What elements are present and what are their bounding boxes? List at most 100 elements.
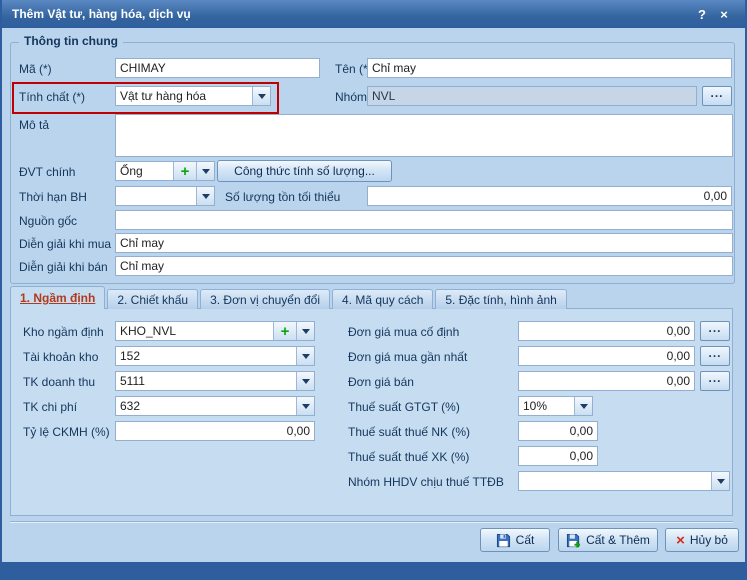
thue-gtgt-dropdown-button[interactable] (574, 397, 592, 415)
tab-strip: 1. Ngầm định 2. Chiết khấu 3. Đơn vị chu… (10, 286, 567, 309)
save-button[interactable]: Cất (480, 528, 550, 552)
tab-ngam-dinh[interactable]: 1. Ngầm định (10, 286, 105, 309)
tai-khoan-kho-combobox[interactable]: 152 (115, 346, 315, 366)
nhom-ttdb-label: Nhóm HHDV chịu thuế TTĐB (348, 475, 504, 489)
plus-icon: + (281, 324, 290, 339)
thue-nk-label: Thuế suất thuế NK (%) (348, 425, 470, 439)
title-bar[interactable]: Thêm Vật tư, hàng hóa, dịch vụ ? × (2, 0, 745, 28)
cancel-x-icon: × (676, 533, 685, 548)
tab-panel-ngam-dinh: Kho ngầm định KHO_NVL + Tài khoản kho 15… (10, 308, 733, 516)
tinh-chat-value: Vật tư hàng hóa (116, 87, 252, 105)
kho-ngam-dinh-value: KHO_NVL (116, 322, 273, 340)
dvt-chinh-combobox[interactable]: Ống + (115, 161, 215, 181)
group-title: Thông tin chung (19, 34, 123, 48)
cancel-button-label: Hủy bỏ (690, 533, 728, 547)
cong-thuc-button-label: Công thức tính số lượng... (234, 164, 375, 178)
dvt-dropdown-button[interactable] (196, 162, 214, 180)
chevron-down-icon (202, 169, 210, 174)
kho-ngam-dinh-label: Kho ngầm định (23, 325, 104, 339)
tk-doanh-thu-dropdown-button[interactable] (296, 372, 314, 390)
general-info-group: Thông tin chung Mã (*) Tên (*) Tính chất… (10, 42, 735, 284)
tinh-chat-dropdown-button[interactable] (252, 87, 270, 105)
mo-ta-label: Mô tả (19, 118, 49, 132)
gia-mua-gan-nhat-label: Đơn giá mua gần nhất (348, 350, 467, 364)
window-title: Thêm Vật tư, hàng hóa, dịch vụ (12, 7, 691, 21)
thoi-han-bh-label: Thời hạn BH (19, 190, 87, 204)
thoi-han-bh-dropdown-button[interactable] (196, 187, 214, 205)
cong-thuc-button[interactable]: Công thức tính số lượng... (217, 160, 392, 182)
tk-chi-phi-value: 632 (116, 397, 296, 415)
tk-chi-phi-label: TK chi phí (23, 400, 77, 414)
dvt-chinh-label: ĐVT chính (19, 165, 75, 179)
thue-xk-input[interactable] (518, 446, 598, 466)
nguon-goc-input[interactable] (115, 210, 733, 230)
chevron-down-icon (302, 404, 310, 409)
ty-le-ckmh-label: Tỷ lệ CKMH (%) (23, 425, 110, 439)
ten-input[interactable] (367, 58, 732, 78)
ty-le-ckmh-input[interactable] (115, 421, 315, 441)
plus-icon: + (181, 164, 190, 179)
tab-chiet-khau[interactable]: 2. Chiết khấu (107, 289, 198, 309)
gia-mua-gan-nhat-input[interactable] (518, 346, 695, 366)
tab-ma-quy-cach[interactable]: 4. Mã quy cách (332, 289, 433, 309)
gia-ban-browse-button[interactable]: ... (700, 371, 730, 391)
kho-ngam-dinh-combobox[interactable]: KHO_NVL + (115, 321, 315, 341)
close-icon[interactable]: × (713, 7, 735, 22)
tai-khoan-kho-label: Tài khoản kho (23, 350, 98, 364)
chevron-down-icon (302, 354, 310, 359)
dien-giai-ban-input[interactable] (115, 256, 733, 276)
save-and-add-button[interactable]: Cất & Thêm (558, 528, 658, 552)
thue-nk-input[interactable] (518, 421, 598, 441)
ma-input[interactable] (115, 58, 320, 78)
kho-add-button[interactable]: + (273, 322, 296, 340)
so-luong-ton-label: Số lượng tồn tối thiểu (225, 190, 340, 204)
nhom-ttdb-combobox[interactable] (518, 471, 730, 491)
thue-gtgt-label: Thuế suất GTGT (%) (348, 400, 460, 414)
gia-mua-gan-nhat-browse-button[interactable]: ... (700, 346, 730, 366)
chevron-down-icon (302, 379, 310, 384)
dien-giai-ban-label: Diễn giải khi bán (19, 260, 108, 274)
nhom-ttdb-value (519, 472, 711, 490)
gia-ban-input[interactable] (518, 371, 695, 391)
tk-doanh-thu-label: TK doanh thu (23, 375, 95, 389)
so-luong-ton-input[interactable] (367, 186, 732, 206)
save-add-icon (566, 533, 581, 548)
thue-gtgt-value: 10% (519, 397, 574, 415)
tab-don-vi-chuyen-doi[interactable]: 3. Đơn vị chuyển đổi (200, 289, 330, 309)
tinh-chat-combobox[interactable]: Vật tư hàng hóa (115, 86, 271, 106)
dien-giai-mua-input[interactable] (115, 233, 733, 253)
dvt-add-button[interactable]: + (173, 162, 196, 180)
tk-doanh-thu-value: 5111 (116, 372, 296, 390)
chevron-down-icon (202, 194, 210, 199)
help-icon[interactable]: ? (691, 7, 713, 22)
thue-gtgt-combobox[interactable]: 10% (518, 396, 593, 416)
gia-mua-co-dinh-browse-button[interactable]: ... (700, 321, 730, 341)
tinh-chat-label: Tính chất (*) (19, 90, 85, 104)
nhom-vthh-input (367, 86, 697, 106)
dialog-content: Thông tin chung Mã (*) Tên (*) Tính chất… (2, 28, 745, 562)
nhom-vthh-browse-button[interactable]: ... (702, 86, 732, 106)
tk-chi-phi-combobox[interactable]: 632 (115, 396, 315, 416)
thoi-han-bh-combobox[interactable] (115, 186, 215, 206)
gia-mua-co-dinh-input[interactable] (518, 321, 695, 341)
dvt-chinh-value: Ống (116, 162, 173, 180)
footer-divider (10, 521, 733, 523)
tai-khoan-kho-value: 152 (116, 347, 296, 365)
ma-label: Mã (*) (19, 62, 52, 76)
save-and-add-button-label: Cất & Thêm (586, 533, 650, 547)
tab-dac-tinh-hinh-anh[interactable]: 5. Đặc tính, hình ảnh (435, 289, 566, 309)
chevron-down-icon (717, 479, 725, 484)
save-icon (496, 533, 511, 548)
mo-ta-textarea[interactable] (115, 114, 733, 157)
kho-dropdown-button[interactable] (296, 322, 314, 340)
nguon-goc-label: Nguồn gốc (19, 214, 77, 228)
gia-mua-co-dinh-label: Đơn giá mua cố định (348, 325, 459, 339)
nhom-ttdb-dropdown-button[interactable] (711, 472, 729, 490)
tai-khoan-kho-dropdown-button[interactable] (296, 347, 314, 365)
tk-chi-phi-dropdown-button[interactable] (296, 397, 314, 415)
cancel-button[interactable]: × Hủy bỏ (665, 528, 739, 552)
save-button-label: Cất (516, 533, 535, 547)
tk-doanh-thu-combobox[interactable]: 5111 (115, 371, 315, 391)
chevron-down-icon (258, 94, 266, 99)
dien-giai-mua-label: Diễn giải khi mua (19, 237, 111, 251)
